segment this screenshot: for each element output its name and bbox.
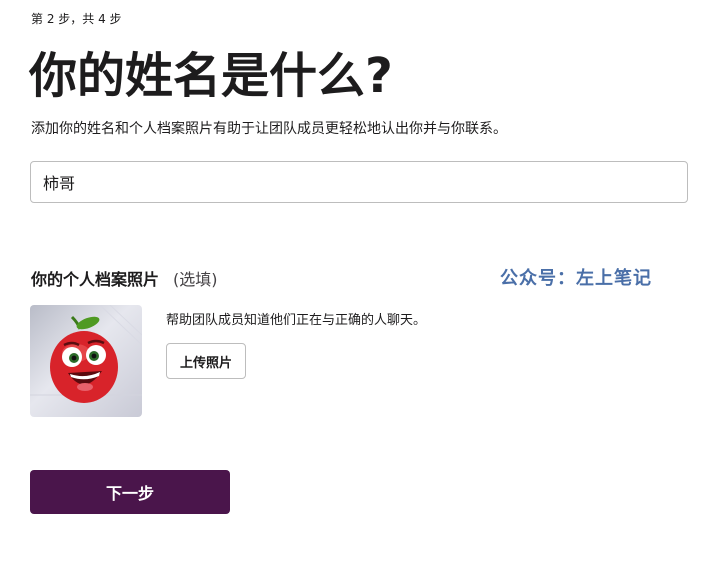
- profile-photo-label: 你的个人档案照片: [31, 270, 160, 289]
- profile-photo-heading: 你的个人档案照片 (选填): [31, 266, 218, 290]
- watermark-text: 公众号：左上笔记: [500, 268, 652, 289]
- onboarding-page: 第 2 步，共 4 步 你的姓名是什么? 添加你的姓名和个人档案照片有助于让团队…: [0, 0, 707, 571]
- upload-photo-button[interactable]: 上传照片: [166, 343, 247, 379]
- step-indicator: 第 2 步，共 4 步: [31, 12, 122, 26]
- name-input[interactable]: [30, 161, 688, 203]
- avatar: [30, 305, 142, 417]
- optional-tag: (选填): [173, 270, 218, 289]
- page-subtitle: 添加你的姓名和个人档案照片有助于让团队成员更轻松地认出你并与你联系。: [31, 121, 507, 137]
- tomato-avatar-image: [30, 305, 142, 403]
- page-title: 你的姓名是什么?: [29, 48, 393, 104]
- profile-photo-help: 帮助团队成员知道他们正在与正确的人聊天。: [166, 313, 427, 328]
- next-step-button[interactable]: 下一步: [30, 470, 230, 514]
